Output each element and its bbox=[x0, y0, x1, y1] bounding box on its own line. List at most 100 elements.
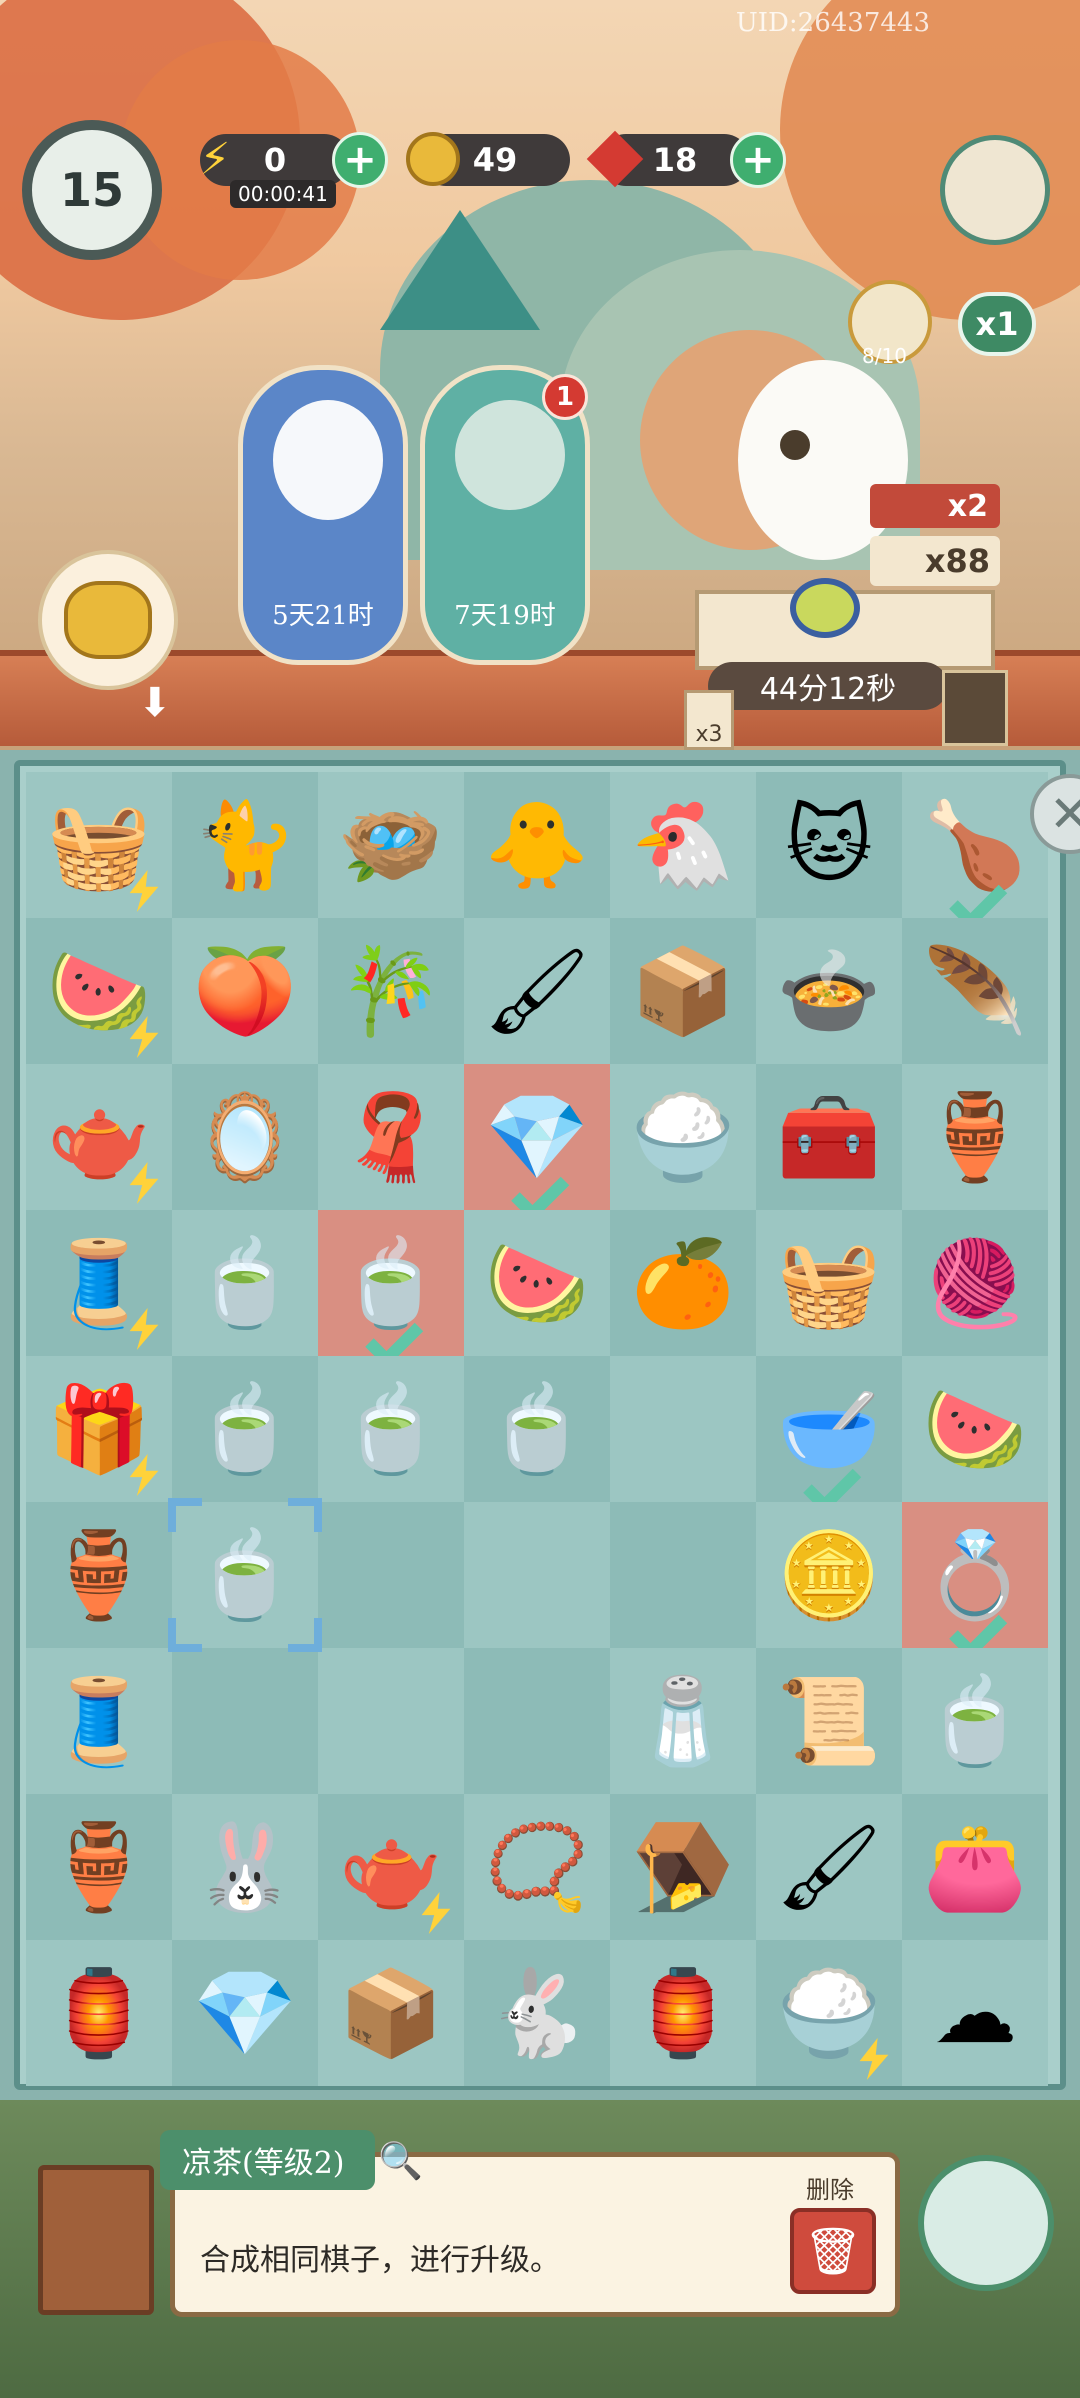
board-cell[interactable]: 🍗 bbox=[902, 772, 1048, 918]
board-cell[interactable]: 👛 bbox=[902, 1794, 1048, 1940]
brush-ruler-icon: 🖌 bbox=[483, 942, 591, 1040]
board-cell[interactable]: 🍵 bbox=[172, 1356, 318, 1502]
brush-bundle-icon: 🖌 bbox=[775, 1818, 883, 1916]
item-name: 凉茶(等级2) bbox=[160, 2130, 375, 2190]
sleeping-cat-icon: 🐈 bbox=[192, 796, 298, 894]
checkmark-icon bbox=[834, 1454, 892, 1494]
board-cell[interactable]: 🧣 bbox=[318, 1064, 464, 1210]
board-cell[interactable]: 🧵 bbox=[26, 1210, 172, 1356]
board-cell[interactable]: 🥣 bbox=[756, 1356, 902, 1502]
board-cell[interactable]: 🫖 bbox=[318, 1794, 464, 1940]
board-cell[interactable]: 🍵 bbox=[318, 1356, 464, 1502]
board-cell[interactable]: 🧂 bbox=[610, 1648, 756, 1794]
board-cell[interactable]: 💍 bbox=[902, 1502, 1048, 1648]
empty-cell[interactable] bbox=[464, 1648, 610, 1794]
board-cell[interactable]: 🏮 bbox=[26, 1940, 172, 2086]
empty-cell[interactable] bbox=[464, 1502, 610, 1648]
board-cell[interactable]: 🍲 bbox=[756, 918, 902, 1064]
energy-gourd-icon: 🏺 bbox=[46, 1526, 152, 1624]
board-cell[interactable]: 🧵 bbox=[26, 1648, 172, 1794]
board-cell[interactable]: 🧺 bbox=[26, 772, 172, 918]
birdcage-icon: 🪤 bbox=[630, 1818, 736, 1916]
checkmark-icon bbox=[542, 1162, 600, 1202]
parrot-customer bbox=[738, 360, 908, 560]
board-cell[interactable]: 🍵 bbox=[902, 1648, 1048, 1794]
board-cell[interactable]: 🎁 bbox=[26, 1356, 172, 1502]
board-cell[interactable]: 💎 bbox=[464, 1064, 610, 1210]
board-cell[interactable]: 🪶 bbox=[902, 918, 1048, 1064]
board-cell[interactable]: 🐔 bbox=[610, 772, 756, 918]
coins-icon bbox=[64, 581, 152, 659]
board-cell[interactable]: 🐇 bbox=[464, 1940, 610, 2086]
board-cell[interactable]: 🧰 bbox=[756, 1064, 902, 1210]
board-cell[interactable]: 🍉 bbox=[902, 1356, 1048, 1502]
ruby-icon bbox=[582, 126, 648, 192]
board-cell[interactable]: 🏺 bbox=[902, 1064, 1048, 1210]
board-cell[interactable]: 🍑 bbox=[172, 918, 318, 1064]
jar-icon: 🏺 bbox=[922, 1088, 1028, 1186]
board-cell[interactable]: 📦 bbox=[318, 1940, 464, 2086]
peach-bun-icon: 🍑 bbox=[192, 942, 298, 1040]
board-cell[interactable]: 🧶 bbox=[902, 1210, 1048, 1356]
board-cell[interactable]: 🏮 bbox=[610, 1940, 756, 2086]
player-level-badge[interactable]: 15 bbox=[22, 120, 162, 260]
delete-button[interactable]: 🗑 bbox=[790, 2208, 876, 2294]
uid-label: UID:26437443 bbox=[735, 8, 930, 38]
board-cell[interactable]: 🪞 bbox=[172, 1064, 318, 1210]
board-cell[interactable]: 🏺 bbox=[26, 1794, 172, 1940]
board-cell[interactable]: 🐥 bbox=[464, 772, 610, 918]
rabbit-cake-icon: 🐰 bbox=[192, 1818, 298, 1916]
board-cell[interactable]: 🍵 bbox=[464, 1356, 610, 1502]
pavilion-build-button[interactable] bbox=[918, 2155, 1054, 2291]
board-cell[interactable]: 🪺 bbox=[318, 772, 464, 918]
jade-bracelet-icon: 📿 bbox=[484, 1818, 590, 1916]
board-cell[interactable]: 🫖 bbox=[26, 1064, 172, 1210]
board-cell[interactable]: 🪤 bbox=[610, 1794, 756, 1940]
board-cell[interactable]: 📜 bbox=[756, 1648, 902, 1794]
coin-collect-button[interactable] bbox=[38, 550, 178, 690]
board-cell[interactable]: 🍵 bbox=[172, 1210, 318, 1356]
bamboo-icon: 🎋 bbox=[338, 942, 444, 1040]
order-cards-button[interactable] bbox=[942, 670, 1008, 746]
board-cell[interactable]: 💎 bbox=[172, 1940, 318, 2086]
board-cell[interactable]: 🪙 bbox=[756, 1502, 902, 1648]
empty-cell[interactable] bbox=[610, 1502, 756, 1648]
empty-cell[interactable] bbox=[610, 1356, 756, 1502]
energy-timer: 00:00:41 bbox=[230, 180, 336, 208]
empty-cell[interactable] bbox=[318, 1648, 464, 1794]
cabinet-storage-button[interactable] bbox=[38, 2165, 154, 2315]
board-cell[interactable]: 🖌 bbox=[464, 918, 610, 1064]
copper-coin-icon: 🪙 bbox=[776, 1526, 882, 1624]
board-cell[interactable]: 🍉 bbox=[26, 918, 172, 1064]
magnifier-icon[interactable]: 🔍 bbox=[378, 2140, 423, 2182]
board-cell[interactable]: 🍊 bbox=[610, 1210, 756, 1356]
board-cell[interactable]: 🧺 bbox=[756, 1210, 902, 1356]
board-cell[interactable]: 📿 bbox=[464, 1794, 610, 1940]
board-cell[interactable]: 🍉 bbox=[464, 1210, 610, 1356]
board-cell[interactable]: 🐰 bbox=[172, 1794, 318, 1940]
board-cell[interactable]: 📦 bbox=[610, 918, 756, 1064]
board-cell[interactable]: 🖌 bbox=[756, 1794, 902, 1940]
board-cell[interactable]: 🏺 bbox=[26, 1502, 172, 1648]
watermelon-plate-icon: 🍉 bbox=[922, 1380, 1028, 1478]
board-cell[interactable]: 🐱 bbox=[756, 772, 902, 918]
board-cell[interactable]: 🍵 bbox=[318, 1210, 464, 1356]
event-timer: 5天21时 bbox=[272, 601, 374, 631]
board-cell[interactable]: ☁ bbox=[902, 1940, 1048, 2086]
selection-bracket bbox=[288, 1618, 322, 1652]
board-cell[interactable]: 🎋 bbox=[318, 918, 464, 1064]
shop-pavilion-button[interactable] bbox=[940, 135, 1050, 245]
event-card-snow-cats[interactable]: 5天21时 bbox=[238, 365, 408, 665]
board-cell[interactable]: 🍚 bbox=[610, 1064, 756, 1210]
selection-bracket bbox=[288, 1498, 322, 1532]
tea-cup-blue-icon: 🍵 bbox=[192, 1380, 298, 1478]
add-gems-button[interactable]: + bbox=[730, 132, 786, 188]
tea-cup-icon: 🍵 bbox=[338, 1380, 444, 1478]
nest-icon: 🪺 bbox=[338, 796, 444, 894]
board-cell[interactable]: 🐈 bbox=[172, 772, 318, 918]
multiplier-button[interactable]: x1 bbox=[958, 292, 1036, 356]
board-cell[interactable]: 🍚 bbox=[756, 1940, 902, 2086]
empty-cell[interactable] bbox=[318, 1502, 464, 1648]
add-energy-button[interactable]: + bbox=[332, 132, 388, 188]
empty-cell[interactable] bbox=[172, 1648, 318, 1794]
